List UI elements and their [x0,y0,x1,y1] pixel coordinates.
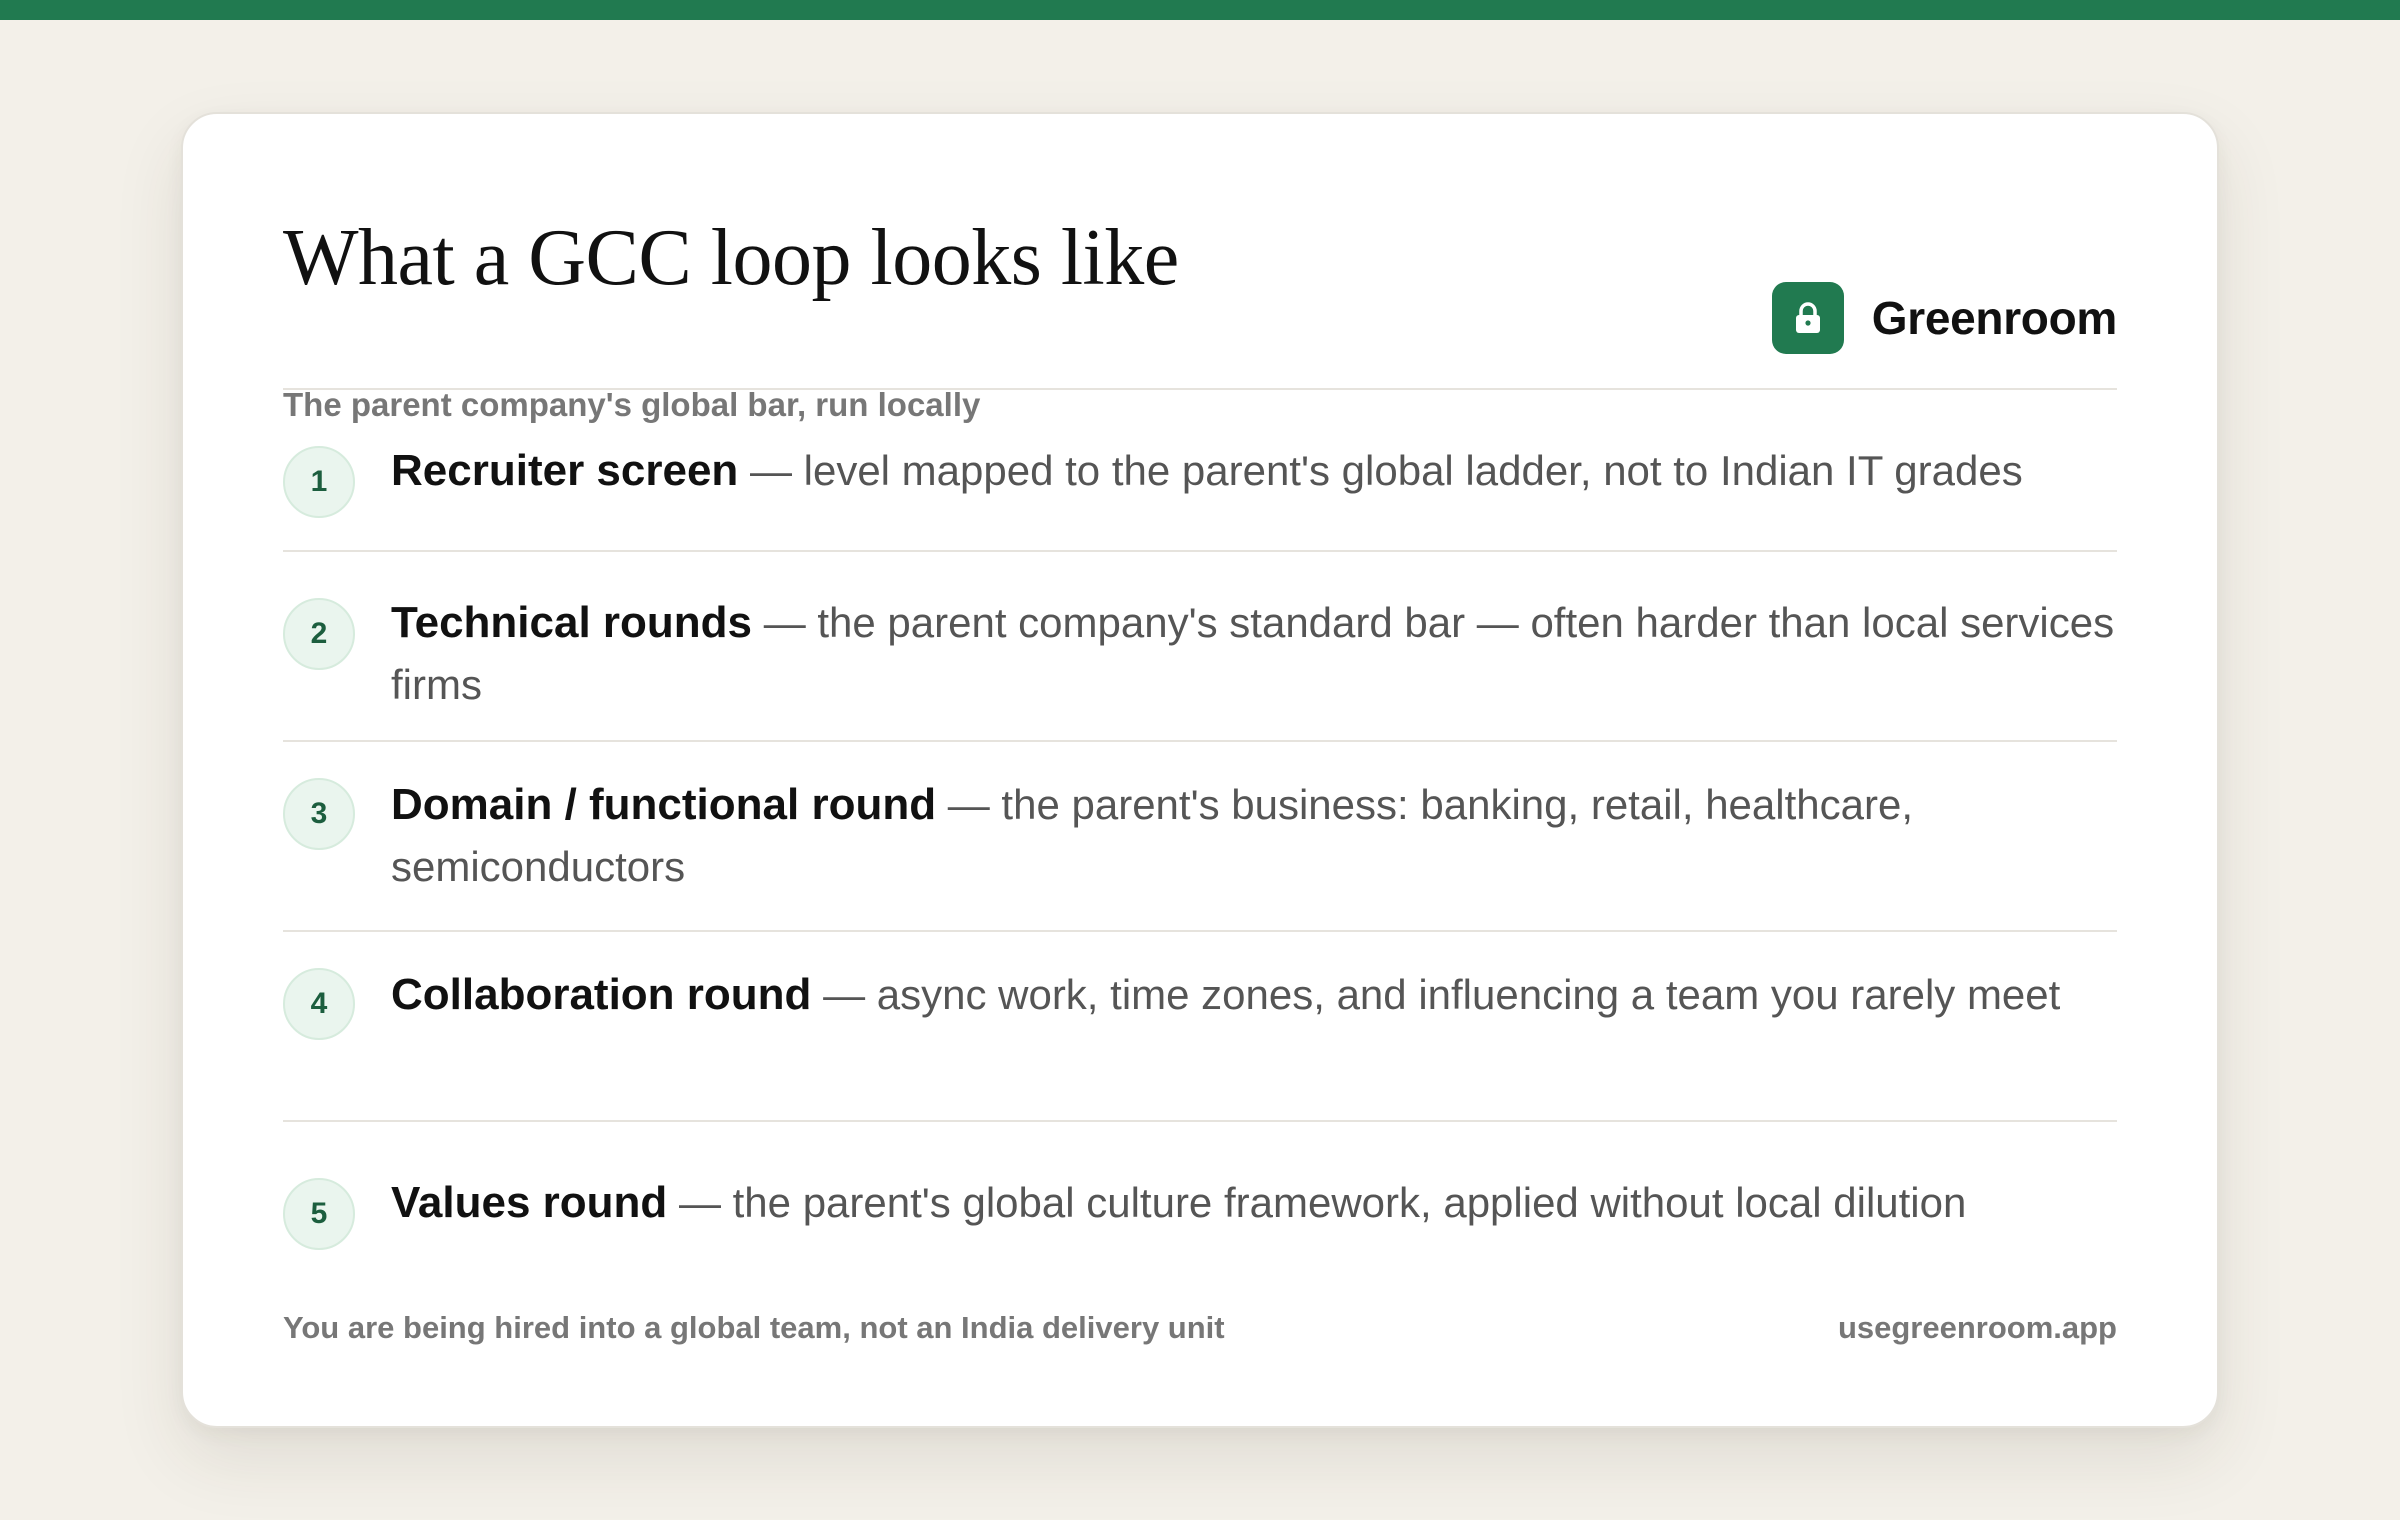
card-header: What a GCC loop looks like The parent co… [283,194,2118,421]
brand: Greenroom [1771,282,2118,354]
list-item: 1 Recruiter screen — level mapped to the… [283,390,2117,552]
list-item: 3 Domain / functional round — the parent… [283,742,2117,932]
step-name: Values round [391,1178,668,1227]
step-text: Values round — the parent's global cultu… [391,1122,1966,1234]
step-text: Domain / functional round — the parent's… [391,742,2117,898]
step-text: Recruiter screen — level mapped to the p… [391,390,2023,502]
step-number-badge: 2 [283,598,355,670]
step-description: — level mapped to the parent's global la… [738,447,2023,494]
step-description: — async work, time zones, and influencin… [811,971,2061,1018]
step-name: Recruiter screen [391,446,739,495]
brand-name: Greenroom [1871,292,2118,344]
step-name: Collaboration round [391,970,812,1019]
top-accent-bar [0,0,2400,20]
step-name: Technical rounds [391,598,753,647]
step-description: — the parent's global culture framework,… [667,1179,1967,1226]
brand-logo [1771,282,1844,354]
footer-url: usegreenroom.app [1837,1310,2117,1345]
lock-icon [1795,302,1820,333]
step-number-badge: 5 [283,1178,355,1250]
list-item: 4 Collaboration round — async work, time… [283,932,2117,1122]
steps-list: 1 Recruiter screen — level mapped to the… [283,390,2117,1282]
content-card: What a GCC loop looks like The parent co… [181,112,2219,1428]
step-text: Collaboration round — async work, time z… [391,932,2060,1026]
step-text: Technical rounds — the parent company's … [391,552,2117,716]
step-number-badge: 1 [283,446,355,518]
step-name: Domain / functional round [391,780,937,829]
footer-note: You are being hired into a global team, … [283,1310,1225,1345]
step-number-badge: 4 [283,968,355,1040]
page-title: What a GCC loop looks like [283,214,1179,302]
list-item: 2 Technical rounds — the parent company'… [283,552,2117,742]
list-item: 5 Values round — the parent's global cul… [283,1122,2117,1282]
step-number-badge: 3 [283,778,355,850]
